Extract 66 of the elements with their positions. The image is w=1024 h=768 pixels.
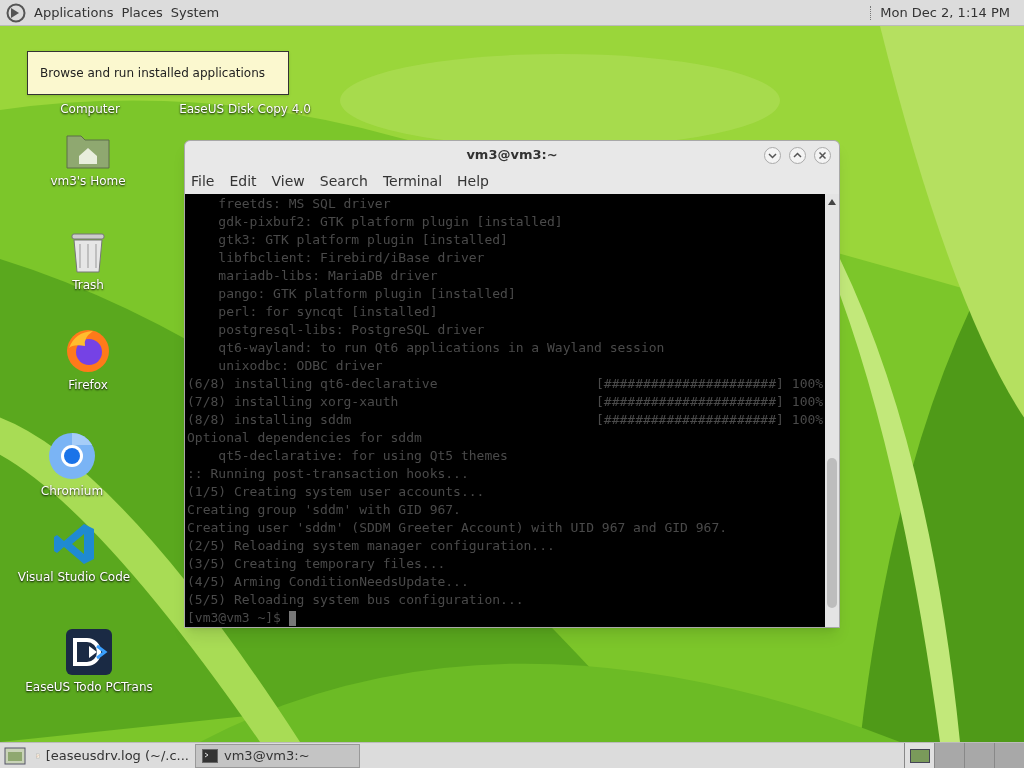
menu-item[interactable]: View — [271, 171, 305, 192]
tooltip-text: Browse and run installed applications — [40, 65, 266, 82]
progress-text: [######################] — [596, 375, 784, 393]
terminal-line: mariadb-libs: MariaDB driver — [217, 268, 438, 283]
menu-item[interactable]: Edit — [229, 171, 257, 192]
chromium-icon — [48, 432, 96, 480]
task-button[interactable]: vm3@vm3:~ — [195, 743, 360, 768]
terminal-line: (7/8) installing xorg-xauth — [187, 393, 400, 411]
panel-menu[interactable]: Applications — [34, 2, 114, 23]
terminal-icon — [202, 748, 218, 763]
terminal-line: unixodbc: ODBC driver — [217, 358, 383, 373]
minimize-button[interactable] — [764, 146, 781, 164]
app-icon — [65, 628, 113, 676]
clock[interactable]: Mon Dec 2, 1:14 PM — [880, 2, 1010, 23]
terminal-line: Creating user 'sddm' (SDDM Greeter Account) with UID 967 and GID 967. — [187, 520, 728, 535]
shell-prompt: [vm3@vm3 ~]$ — [187, 609, 281, 627]
close-icon — [818, 150, 827, 160]
maximize-button[interactable] — [789, 146, 806, 164]
terminal-line: (3/5) Creating temporary files... — [187, 556, 446, 571]
terminal-line: pango: GTK platform plugin [installed] — [217, 286, 516, 301]
close-button[interactable] — [814, 146, 831, 164]
trash-icon — [69, 230, 107, 274]
terminal-line: (6/8) installing qt6-declarative — [187, 375, 439, 393]
terminal-line: (5/5) Reloading system bus configuration... — [187, 592, 524, 607]
terminal-line: (4/5) Arming ConditionNeedsUpdate... — [187, 574, 469, 589]
percent-text: 100% — [791, 393, 824, 411]
terminal-line: gdk-pixbuf2: GTK platform plugin [installed] — [217, 214, 563, 229]
scroll-up-icon[interactable] — [828, 199, 836, 205]
terminal-line: libfbclient: Firebird/iBase driver — [217, 250, 485, 265]
chevron-up-icon — [793, 150, 802, 160]
fox-globe-icon — [65, 328, 111, 374]
terminal-line: (1/5) Creating system user accounts... — [187, 484, 485, 499]
progress-text: [######################] — [596, 411, 784, 429]
chevron-down-icon — [768, 150, 777, 160]
show-desktop-icon[interactable] — [4, 746, 26, 765]
terminal-line: qt5-declarative: for using Qt5 themes — [217, 448, 508, 463]
progress-text: [######################] — [596, 393, 784, 411]
vscode-icon — [52, 522, 96, 566]
percent-text: 100% — [791, 375, 824, 393]
terminal-line: Creating group 'sddm' with GID 967. — [187, 502, 461, 517]
terminal-line: (8/8) installing sddm — [187, 411, 353, 429]
panel-menu[interactable]: System — [170, 2, 220, 23]
terminal-line: gtk3: GTK platform plugin [installed] — [217, 232, 508, 247]
workspace-switcher[interactable] — [964, 743, 994, 768]
terminal-line: postgresql-libs: PostgreSQL driver — [217, 322, 485, 337]
terminal-line: qt6-wayland: to run Qt6 applications in a Wayland session — [217, 340, 665, 355]
window-title: vm3@vm3:~ — [466, 146, 558, 165]
scrollbar[interactable] — [825, 194, 839, 627]
menu-item[interactable]: Terminal — [382, 171, 443, 192]
task-button[interactable]: [easeusdrv.log (~/.c... — [30, 743, 195, 768]
menu-logo-icon — [6, 2, 26, 23]
menu-item[interactable]: Search — [319, 171, 368, 192]
percent-text: 100% — [791, 411, 824, 429]
menu-item[interactable]: Help — [457, 171, 489, 192]
terminal-line: perl: for syncqt [installed] — [217, 304, 438, 319]
menu-item[interactable]: File — [191, 171, 215, 192]
workspace-switcher[interactable] — [994, 743, 1024, 768]
panel-menu[interactable]: Places — [121, 2, 163, 23]
terminal-line: :: Running post-transaction hooks... — [187, 466, 469, 481]
terminal-line: (2/5) Reloading system manager configuration... — [187, 538, 555, 553]
cursor — [288, 610, 296, 626]
terminal-line: freetds: MS SQL driver — [217, 196, 391, 211]
terminal-line: Optional dependencies for sddm — [187, 430, 422, 445]
workspace-switcher[interactable] — [904, 743, 934, 768]
workspace-switcher[interactable] — [934, 743, 964, 768]
scrollbar-thumb[interactable] — [827, 458, 837, 608]
